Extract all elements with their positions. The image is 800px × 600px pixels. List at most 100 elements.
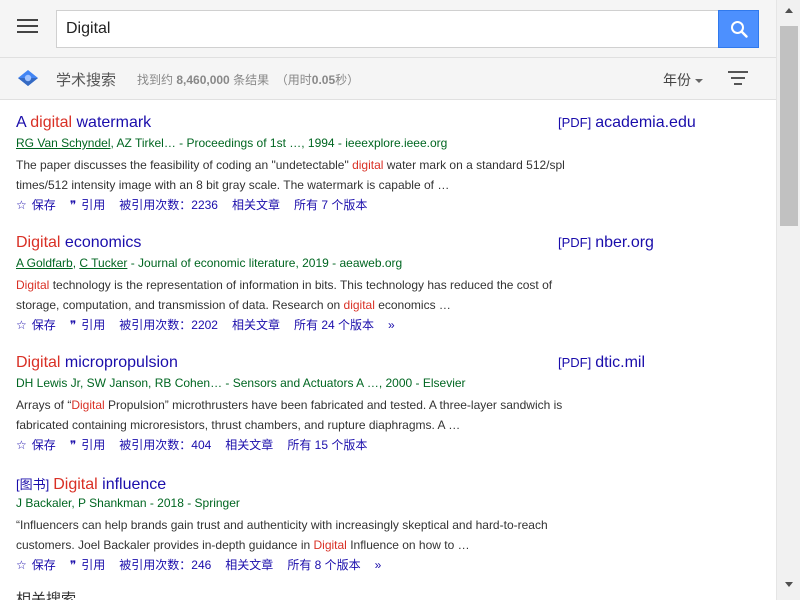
result-title-link[interactable]: [图书] Digital influence [16,474,166,494]
time-prefix: （用时 [275,73,312,87]
scroll-up-icon[interactable] [785,8,793,13]
result-item: Digital micropropulsion [PDF] dtic.mil DH… [16,340,756,460]
save-button[interactable]: ☆ 保存 [16,556,56,573]
title-text: micropropulsion [60,354,178,371]
cited-by-link[interactable]: 被引用次数：246 [119,556,211,573]
snippet-text: The paper discusses the feasibility of c… [16,158,353,172]
save-label: 保存 [31,558,56,572]
all-versions-link[interactable]: 所有 24 个版本 [294,316,374,333]
title-text: economics [60,234,142,251]
result-title-link[interactable]: Digital economics [16,234,141,252]
menu-icon[interactable] [17,19,38,37]
author-link[interactable]: RG Van Schyndel [16,136,111,150]
cited-by-link[interactable]: 被引用次数：404 [119,436,211,453]
pdf-link[interactable]: [PDF] academia.edu [558,114,696,132]
all-versions-link[interactable]: 所有 15 个版本 [287,436,367,453]
related-articles-link[interactable]: 相关文章 [232,196,280,213]
author-link[interactable]: C Tucker [79,256,127,270]
result-snippet: Arrays of “Digital Propulsion” microthru… [16,396,598,435]
title-highlight: Digital [53,476,98,493]
snippet-highlight: Digital [16,278,50,292]
save-button[interactable]: ☆ 保存 [16,316,56,333]
scroll-down-icon[interactable] [785,582,793,587]
save-button[interactable]: ☆ 保存 [16,196,56,213]
result-authors: RG Van Schyndel, AZ Tirkel… - Proceeding… [16,136,447,150]
sort-filter-icon[interactable] [728,70,748,86]
result-title-link[interactable]: Digital micropropulsion [16,354,178,372]
stats-count: 8,460,000 [176,73,230,87]
quote-icon: ❞ [69,317,77,332]
cite-button[interactable]: ❞ 引用 [70,196,105,213]
cited-by-link[interactable]: 被引用次数：2202 [119,316,218,333]
pdf-domain: academia.edu [595,114,696,131]
quote-icon: ❞ [69,437,77,452]
result-authors: A Goldfarb, C Tucker - Journal of econom… [16,256,403,270]
snippet-text: economics … [374,297,451,312]
result-actions: ☆ 保存 ❞ 引用 被引用次数：246 相关文章 所有 8 个版本 » [16,556,381,573]
related-articles-link[interactable]: 相关文章 [232,316,280,333]
quote-icon: ❞ [69,557,77,572]
search-icon [730,21,748,38]
cite-label: 引用 [81,558,106,572]
result-actions: ☆ 保存 ❞ 引用 被引用次数：404 相关文章 所有 15 个版本 [16,436,381,453]
all-versions-link[interactable]: 所有 8 个版本 [287,556,360,573]
scrollbar-thumb[interactable] [780,26,798,226]
related-searches-heading: 相关搜索 [16,591,77,600]
pdf-domain: nber.org [595,234,654,251]
pdf-tag: [PDF] [558,235,592,250]
star-icon: ☆ [16,437,27,452]
pdf-link[interactable]: [PDF] nber.org [558,234,654,252]
cite-button[interactable]: ❞ 引用 [70,316,105,333]
pdf-link[interactable]: [PDF] dtic.mil [558,354,645,372]
result-item: [图书] Digital influence J Backaler, P Shan… [16,460,756,580]
related-articles-link[interactable]: 相关文章 [225,436,273,453]
top-search-bar [0,0,776,58]
search-button[interactable] [718,10,759,48]
result-actions: ☆ 保存 ❞ 引用 被引用次数：2236 相关文章 所有 7 个版本 [16,196,381,213]
result-snippet: The paper discusses the feasibility of c… [16,156,598,195]
authors-source: - Journal of economic literature, 2019 -… [127,256,403,270]
result-item: A digital watermark [PDF] academia.edu RG… [16,100,756,220]
save-label: 保存 [31,438,56,452]
star-icon: ☆ [16,557,27,572]
double-chevron-icon[interactable]: » [375,558,382,572]
pdf-tag: [PDF] [558,115,592,130]
title-highlight: Digital [16,354,61,371]
snippet-text: Influence on how to … [346,537,470,552]
save-label: 保存 [31,318,56,332]
results-list: A digital watermark [PDF] academia.edu RG… [16,100,756,580]
result-title-link[interactable]: A digital watermark [16,114,151,132]
pdf-domain: dtic.mil [595,354,646,371]
result-item: Digital economics [PDF] nber.org A Goldfa… [16,220,756,340]
snippet-text: technology is the representation of info… [16,278,553,312]
time-value: 0.05 [311,73,336,87]
result-stats: 找到约 8,460,000 条结果 （用时0.05秒） [137,71,359,88]
time-suffix: 秒） [335,73,360,87]
cite-label: 引用 [81,318,106,332]
scholar-logo-icon[interactable] [17,69,39,89]
cite-button[interactable]: ❞ 引用 [70,556,105,573]
cite-button[interactable]: ❞ 引用 [70,436,105,453]
all-versions-link[interactable]: 所有 7 个版本 [294,196,367,213]
related-articles-link[interactable]: 相关文章 [225,556,273,573]
double-chevron-icon[interactable]: » [388,318,395,332]
stats-prefix: 找到约 [137,73,177,87]
year-filter-dropdown[interactable]: 年份 [663,70,703,90]
result-snippet: “Influencers can help brands gain trust … [16,516,598,555]
save-button[interactable]: ☆ 保存 [16,436,56,453]
authors-source: , AZ Tirkel… - Proceedings of 1st …, 199… [110,136,448,150]
snippet-highlight: Digital [313,537,347,552]
book-tag: [图书] [16,477,50,492]
vertical-scrollbar[interactable] [776,0,800,600]
quote-icon: ❞ [69,197,77,212]
result-authors: DH Lewis Jr, SW Janson, RB Cohen… - Sens… [16,376,466,390]
cited-by-link[interactable]: 被引用次数：2236 [119,196,218,213]
title-text: A [16,114,31,131]
result-authors: J Backaler, P Shankman - 2018 - Springer [16,496,240,510]
author-link[interactable]: A Goldfarb [16,256,73,270]
snippet-highlight: digital [352,158,384,172]
search-input[interactable] [56,10,719,48]
scholar-brand-label[interactable]: 学术搜索 [56,69,116,90]
year-filter-label: 年份 [663,72,691,88]
title-highlight: digital [30,114,73,131]
